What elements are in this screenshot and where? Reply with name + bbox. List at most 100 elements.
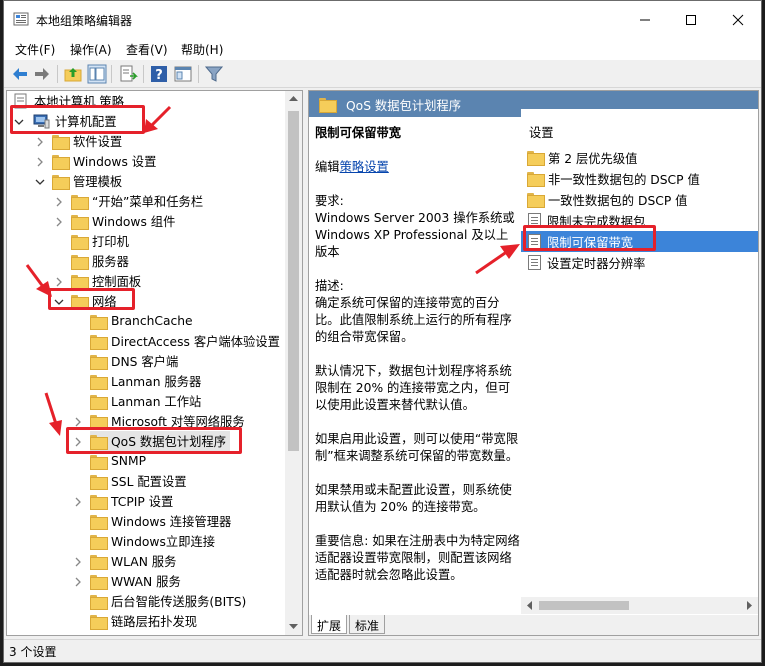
enabled-text: 如果启用此设置，则可以使用“带宽限制”框来调整系统可保留的带宽数量。 bbox=[315, 432, 519, 463]
folder-icon bbox=[71, 214, 89, 230]
back-icon[interactable] bbox=[10, 64, 30, 84]
tree-item-snmp[interactable]: SNMP bbox=[90, 451, 146, 471]
folder-icon bbox=[71, 194, 89, 210]
show-hide-tree-icon[interactable] bbox=[87, 64, 107, 84]
tree-item-label: Windows立即连接 bbox=[111, 535, 216, 549]
folder-icon bbox=[52, 134, 70, 150]
folder-icon bbox=[90, 414, 108, 430]
chevron-down-icon[interactable] bbox=[35, 177, 45, 187]
edit-policy-link[interactable]: 策略设置 bbox=[340, 160, 389, 174]
close-button[interactable] bbox=[715, 1, 761, 38]
annotation-arrow-icon bbox=[44, 392, 62, 436]
export-list-icon[interactable] bbox=[118, 64, 138, 84]
chevron-right-icon[interactable] bbox=[54, 217, 64, 227]
tree-item-bits[interactable]: 后台智能传送服务(BITS) bbox=[90, 591, 246, 611]
tree-item-label: Windows 组件 bbox=[92, 215, 176, 229]
tree-item-lltd[interactable]: 链路层拓扑发现 bbox=[90, 611, 197, 631]
default-text: 默认情况下，数据包计划程序将系统限制在 20% 的连接带宽之内，但可以使用此设置… bbox=[315, 364, 512, 412]
description: 描述: 确定系统可保留的连接带宽的百分比。此值限制系统上运行的所有程序的组合带宽… bbox=[315, 278, 520, 346]
menu-view[interactable]: 查看(V) bbox=[126, 41, 168, 58]
tree-item-start-menu[interactable]: “开始”菜单和任务栏 bbox=[71, 191, 203, 211]
tree-item-directaccess[interactable]: DirectAccess 客户端体验设置 bbox=[90, 331, 280, 351]
tree-item-admin-templates[interactable]: 管理模板 bbox=[52, 171, 122, 191]
chevron-right-icon[interactable] bbox=[73, 497, 83, 507]
scroll-down-icon[interactable] bbox=[289, 624, 298, 630]
status-text: 3 个设置 bbox=[9, 645, 57, 659]
tab-standard[interactable]: 标准 bbox=[349, 615, 386, 634]
folder-icon bbox=[319, 98, 337, 113]
tree-scrollbar[interactable] bbox=[285, 91, 302, 635]
description-label: 描述: bbox=[315, 279, 344, 293]
maximize-button[interactable] bbox=[668, 1, 714, 38]
tree-item-label: DNS 客户端 bbox=[111, 355, 179, 369]
settings-hscrollbar[interactable] bbox=[521, 597, 758, 614]
setting-dscp-nonconforming[interactable]: 非一致性数据包的 DSCP 值 bbox=[521, 168, 758, 189]
menu-help[interactable]: 帮助(H) bbox=[181, 41, 223, 58]
chevron-right-icon[interactable] bbox=[35, 137, 45, 147]
tree-item-lanman-server[interactable]: Lanman 服务器 bbox=[90, 371, 201, 391]
policy-description: 限制可保留带宽 编辑策略设置 要求: Windows Server 2003 操… bbox=[315, 125, 520, 601]
tree-item-label: Lanman 服务器 bbox=[111, 375, 202, 389]
edit-line: 编辑策略设置 bbox=[315, 159, 520, 176]
help-icon[interactable]: ? bbox=[149, 64, 169, 84]
tree-item-ssl-config[interactable]: SSL 配置设置 bbox=[90, 471, 187, 491]
settings-column-header[interactable]: 设置 bbox=[529, 123, 554, 141]
settings-hscrollbar-thumb[interactable] bbox=[539, 601, 629, 610]
chevron-right-icon[interactable] bbox=[35, 157, 45, 167]
tree-item-label: 后台智能传送服务(BITS) bbox=[111, 595, 247, 609]
filter-icon[interactable] bbox=[204, 64, 224, 84]
menu-bar: 文件(F) 操作(A) 查看(V) 帮助(H) bbox=[4, 38, 761, 60]
scroll-up-icon[interactable] bbox=[289, 95, 298, 101]
up-folder-icon[interactable] bbox=[63, 64, 83, 84]
tree-scrollbar-thumb[interactable] bbox=[288, 111, 299, 451]
folder-icon bbox=[527, 151, 545, 166]
setting-timer-resolution[interactable]: 设置定时器分辨率 bbox=[521, 252, 758, 273]
tree-item-windows-components[interactable]: Windows 组件 bbox=[71, 211, 175, 231]
svg-text:?: ? bbox=[155, 68, 163, 83]
chevron-right-icon[interactable] bbox=[73, 417, 83, 427]
details-pane: QoS 数据包计划程序 限制可保留带宽 编辑策略设置 要求: Windows S… bbox=[308, 90, 759, 636]
details-header-title: QoS 数据包计划程序 bbox=[346, 99, 461, 113]
properties-icon[interactable] bbox=[173, 64, 193, 84]
tree-item-windows-settings[interactable]: Windows 设置 bbox=[52, 151, 156, 171]
tree-item-label: 管理模板 bbox=[73, 175, 123, 189]
tree-item-dns-client[interactable]: DNS 客户端 bbox=[90, 351, 178, 371]
tree-item-label: 链路层拓扑发现 bbox=[111, 615, 198, 629]
status-bar: 3 个设置 bbox=[4, 639, 761, 662]
chevron-right-icon[interactable] bbox=[54, 197, 64, 207]
setting-layer2-priority[interactable]: 第 2 层优先级值 bbox=[521, 147, 758, 168]
folder-icon bbox=[90, 454, 108, 470]
annotation-arrow-icon bbox=[144, 105, 172, 133]
tree-item-server[interactable]: 服务器 bbox=[71, 251, 129, 271]
menu-file[interactable]: 文件(F) bbox=[15, 41, 55, 58]
folder-icon bbox=[90, 374, 108, 390]
tree-item-lanman-workstation[interactable]: Lanman 工作站 bbox=[90, 391, 201, 411]
tree-item-tcpip[interactable]: TCPIP 设置 bbox=[90, 491, 173, 511]
chevron-right-icon[interactable] bbox=[73, 577, 83, 587]
tree-item-printers[interactable]: 打印机 bbox=[71, 231, 129, 251]
annotation-box-computer-config bbox=[10, 105, 145, 134]
folder-icon bbox=[71, 274, 89, 290]
scroll-left-icon[interactable] bbox=[526, 601, 532, 610]
tab-extended[interactable]: 扩展 bbox=[311, 615, 348, 634]
chevron-right-icon[interactable] bbox=[73, 557, 83, 567]
minimize-button[interactable] bbox=[622, 1, 668, 38]
requirement-label: 要求: bbox=[315, 194, 344, 208]
tree-item-label: 服务器 bbox=[92, 255, 129, 269]
folder-icon bbox=[90, 554, 108, 570]
menu-action[interactable]: 操作(A) bbox=[70, 41, 112, 58]
minimize-icon bbox=[640, 19, 650, 20]
tree-item-windows-connection-manager[interactable]: Windows 连接管理器 bbox=[90, 511, 231, 531]
tree-item-windows-connect-now[interactable]: Windows立即连接 bbox=[90, 531, 215, 551]
tree-item-software-settings[interactable]: 软件设置 bbox=[52, 131, 122, 151]
tree-item-label: 软件设置 bbox=[73, 135, 123, 149]
folder-icon bbox=[90, 574, 108, 590]
tree-item-wlan[interactable]: WLAN 服务 bbox=[90, 551, 176, 571]
forward-icon[interactable] bbox=[32, 64, 52, 84]
tree-item-wwan[interactable]: WWAN 服务 bbox=[90, 571, 181, 591]
annotation-arrow-icon bbox=[475, 244, 520, 275]
setting-dscp-conforming[interactable]: 一致性数据包的 DSCP 值 bbox=[521, 189, 758, 210]
tree-item-branchcache[interactable]: BranchCache bbox=[90, 311, 193, 331]
scroll-right-icon[interactable] bbox=[747, 601, 753, 610]
title-bar: 本地组策略编辑器 bbox=[4, 1, 761, 38]
